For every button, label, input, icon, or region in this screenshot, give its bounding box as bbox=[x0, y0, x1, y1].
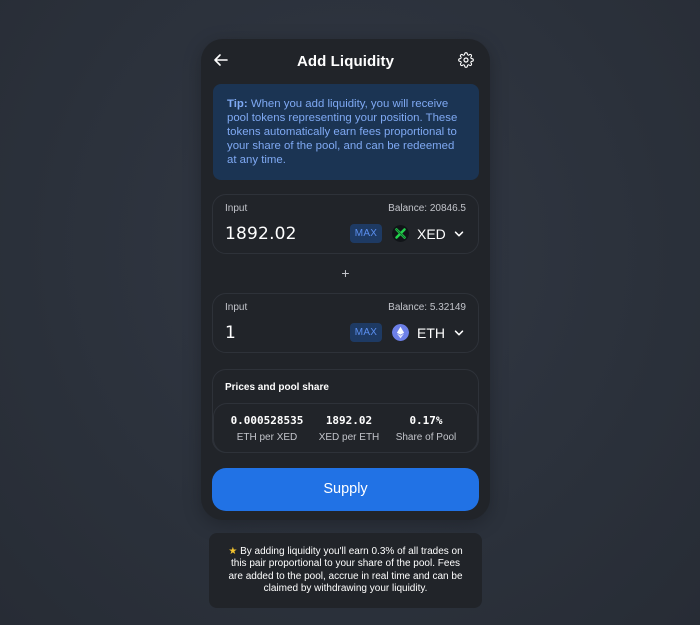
eth-token-icon bbox=[392, 324, 409, 341]
share-of-pool: 0.17% Share of Pool bbox=[381, 414, 471, 443]
input-label: Input bbox=[225, 302, 248, 313]
chevron-down-icon bbox=[454, 330, 464, 336]
gear-icon[interactable] bbox=[458, 52, 474, 68]
prices-title: Prices and pool share bbox=[225, 382, 329, 393]
header: Add Liquidity bbox=[201, 39, 490, 83]
balance-text: Balance: 5.32149 bbox=[388, 302, 466, 313]
price-label: Share of Pool bbox=[395, 432, 457, 443]
xed-token-icon bbox=[392, 225, 409, 242]
amount-input[interactable]: 1892.02 bbox=[225, 224, 297, 244]
note-text: By adding liquidity you'll earn 0.3% of … bbox=[228, 546, 463, 595]
max-button[interactable]: MAX bbox=[350, 323, 382, 342]
price-label: ETH per XED bbox=[236, 432, 298, 443]
input-label: Input bbox=[225, 203, 248, 214]
token-input-eth: Input Balance: 5.32149 1 MAX ETH bbox=[212, 293, 479, 353]
token-symbol: XED bbox=[417, 226, 446, 242]
liquidity-info-note: ★ By adding liquidity you'll earn 0.3% o… bbox=[209, 533, 482, 608]
balance-text: Balance: 20846.5 bbox=[388, 203, 466, 214]
supply-button[interactable]: Supply bbox=[212, 468, 479, 511]
token-select-xed[interactable]: XED bbox=[392, 223, 468, 245]
chevron-down-icon bbox=[454, 231, 464, 237]
token-input-xed: Input Balance: 20846.5 1892.02 MAX XED bbox=[212, 194, 479, 254]
max-button[interactable]: MAX bbox=[350, 224, 382, 243]
add-liquidity-card: Add Liquidity Tip: When you add liquidit… bbox=[201, 39, 490, 520]
plus-icon: + bbox=[341, 265, 350, 281]
tip-text: When you add liquidity, you will receive… bbox=[227, 98, 458, 166]
prices-and-pool-share: Prices and pool share 0.000528535 ETH pe… bbox=[212, 369, 479, 453]
page-title: Add Liquidity bbox=[296, 53, 395, 70]
price-value: 0.000528535 bbox=[230, 414, 304, 427]
tip-label: Tip: bbox=[227, 98, 248, 110]
tip-box: Tip: When you add liquidity, you will re… bbox=[213, 84, 479, 180]
token-select-eth[interactable]: ETH bbox=[392, 322, 468, 344]
amount-input[interactable]: 1 bbox=[225, 323, 236, 343]
price-eth-per-xed: 0.000528535 ETH per XED bbox=[222, 414, 312, 443]
token-symbol: ETH bbox=[417, 325, 445, 341]
star-icon: ★ bbox=[228, 546, 238, 557]
prices-grid: 0.000528535 ETH per XED 1892.02 XED per … bbox=[213, 403, 478, 453]
price-value: 0.17% bbox=[409, 414, 443, 427]
